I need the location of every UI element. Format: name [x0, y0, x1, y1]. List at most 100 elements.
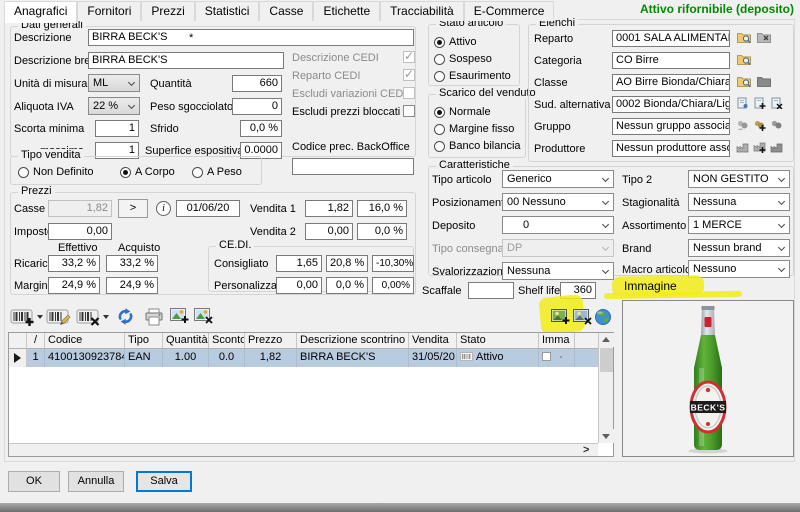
col-tipo[interactable]: Tipo — [125, 333, 163, 349]
col-vendita[interactable]: Vendita — [409, 333, 457, 349]
folder-icon[interactable] — [757, 75, 771, 87]
personalizzato-diff-input[interactable]: 0,00% — [372, 277, 414, 294]
col-stato[interactable]: Stato — [457, 333, 539, 349]
margine-acquisto-input[interactable]: 24,9 % — [106, 277, 158, 294]
brand-select[interactable]: Nessun brand — [688, 239, 790, 257]
consigliato-input[interactable]: 1,65 — [276, 255, 322, 272]
descrizione-breve-input[interactable]: BIRRA BECK'S — [88, 52, 284, 69]
tab-etichette[interactable]: Etichette — [313, 1, 380, 21]
tab-anagrafici[interactable]: Anagrafici — [4, 1, 77, 23]
ok-button[interactable]: OK — [8, 471, 60, 492]
radio-esaurimento[interactable]: Esaurimento — [434, 70, 511, 82]
deposito-select[interactable]: 0 — [502, 216, 614, 234]
tab-fornitori[interactable]: Fornitori — [77, 1, 141, 21]
col-prezzo[interactable]: Prezzo — [245, 333, 297, 349]
add-barcode-button[interactable] — [10, 307, 35, 327]
producer-add-icon[interactable] — [753, 141, 766, 153]
tab-casse[interactable]: Casse — [259, 1, 313, 21]
col-immagine[interactable]: Imma — [539, 333, 575, 349]
add-barcode-menu-arrow[interactable] — [37, 315, 43, 319]
quantita-input[interactable]: 660 — [232, 75, 282, 92]
radio-attivo[interactable]: Attivo — [434, 36, 477, 48]
radio-margine-fisso[interactable]: Margine fisso — [434, 123, 514, 135]
col-descrizione-scontrino[interactable]: Descrizione scontrino — [297, 333, 409, 349]
print-icon[interactable] — [144, 308, 164, 326]
col-codice[interactable]: Codice — [45, 333, 125, 349]
col-sconto[interactable]: Sconto — [209, 333, 245, 349]
table-vertical-scrollbar[interactable] — [598, 333, 613, 443]
assortimento-select[interactable]: 1 MERCE — [688, 216, 790, 234]
categoria-input[interactable]: CO Birre — [612, 52, 730, 69]
group-search-icon[interactable] — [736, 119, 749, 131]
descrizione-input[interactable]: BIRRA BECK'S * — [88, 29, 414, 46]
edit-barcode-button[interactable] — [46, 307, 71, 327]
unita-misura-select[interactable]: ML — [88, 74, 140, 92]
classe-input[interactable]: AO Birre Bionda/Chiara/Li — [612, 74, 730, 91]
scroll-down-button[interactable] — [599, 429, 614, 443]
sud-alternativa-input[interactable]: 0002 Bionda/Chiara/Light — [612, 96, 730, 113]
aliquota-iva-select[interactable]: 22 % — [88, 97, 140, 115]
radio-a-corpo[interactable]: A Corpo — [120, 166, 175, 178]
vendita1-input[interactable]: 1,82 — [305, 200, 353, 217]
item-view-icon[interactable] — [736, 97, 749, 109]
margine-effettivo-input[interactable]: 24,9 % — [48, 277, 100, 294]
produttore-input[interactable]: Nessun produttore associa — [612, 140, 730, 157]
vendita1-pct-input[interactable]: 16,0 % — [357, 200, 407, 217]
salva-button[interactable]: Salva — [136, 471, 192, 492]
next-column-arrow[interactable]: > — [583, 444, 589, 456]
producer-icon[interactable] — [736, 141, 749, 153]
macro-articolo-select[interactable]: Nessuno — [688, 260, 790, 278]
folder-clear-icon[interactable] — [757, 31, 771, 43]
stagionalita-select[interactable]: Nessuna — [688, 193, 790, 211]
tipo-articolo-select[interactable]: Generico — [502, 170, 614, 188]
item-remove-icon[interactable] — [770, 97, 783, 109]
radio-a-peso[interactable]: A Peso — [192, 166, 242, 178]
add-image-icon[interactable] — [170, 308, 189, 324]
tab-statistici[interactable]: Statistici — [195, 1, 260, 21]
consigliato-pct-input[interactable]: 20,8 % — [326, 255, 368, 272]
radio-normale[interactable]: Normale — [434, 106, 491, 118]
col-row-selector[interactable] — [9, 333, 27, 349]
annulla-button[interactable]: Annulla — [68, 471, 124, 492]
tab-ecommerce[interactable]: E-Commerce — [464, 1, 555, 21]
sfrido-input[interactable]: 0,0 % — [240, 120, 282, 137]
backoffice-input[interactable] — [292, 158, 414, 175]
delete-barcode-button[interactable] — [76, 307, 101, 327]
tipo2-select[interactable]: NON GESTITO — [688, 170, 790, 188]
consigliato-diff-input[interactable]: -10,30% — [372, 255, 414, 272]
refresh-icon[interactable] — [116, 307, 135, 326]
delete-article-image-button[interactable] — [573, 309, 592, 325]
globe-icon[interactable] — [594, 308, 612, 326]
delete-barcode-menu-arrow[interactable] — [103, 315, 109, 319]
folder-search-icon[interactable] — [737, 31, 751, 43]
col-quantita[interactable]: Quantità — [163, 333, 209, 349]
casse-detail-button[interactable]: > — [118, 199, 148, 218]
delete-image-icon[interactable] — [194, 308, 213, 324]
scrollbar-thumb[interactable] — [600, 348, 613, 372]
vendita2-pct-input[interactable]: 0,0 % — [357, 223, 407, 240]
gruppo-input[interactable]: Nessun gruppo associato — [612, 118, 730, 135]
group-icon[interactable] — [770, 119, 783, 131]
svalorizzazione-select[interactable]: Nessuna — [502, 262, 614, 280]
radio-sospeso[interactable]: Sospeso — [434, 53, 492, 65]
reparto-input[interactable]: 0001 SALA ALIMENTARI — [612, 30, 730, 47]
table-row[interactable]: 1 4100130923784 EAN 1.00 0.0 1,82 BIRRA … — [9, 349, 598, 367]
peso-sgocciolato-input[interactable]: 0 — [232, 98, 282, 115]
posizionamento-select[interactable]: 00 Nessuno — [502, 193, 614, 211]
radio-banco-bilancia[interactable]: Banco bilancia — [434, 140, 521, 152]
personalizzato-input[interactable]: 0,00 — [276, 277, 322, 294]
tab-tracciabilita[interactable]: Tracciabilità — [380, 1, 464, 21]
personalizzato-pct-input[interactable]: 0,0 % — [326, 277, 368, 294]
scaffale-input[interactable] — [468, 282, 514, 299]
imposto-input[interactable]: 0,00 — [48, 223, 112, 240]
folder-search-icon[interactable] — [737, 75, 751, 87]
radio-non-definito[interactable]: Non Definito — [18, 166, 94, 178]
scorta-minima-input[interactable]: 1 — [95, 120, 139, 137]
ricarico-acquisto-input[interactable]: 33,2 % — [106, 255, 158, 272]
col-sort[interactable]: / — [27, 333, 45, 349]
info-icon[interactable]: i — [156, 201, 171, 216]
scroll-up-button[interactable] — [599, 333, 614, 347]
ricarico-effettivo-input[interactable]: 33,2 % — [48, 255, 100, 272]
item-add-icon[interactable] — [753, 97, 766, 109]
folder-search-icon[interactable] — [737, 53, 751, 65]
